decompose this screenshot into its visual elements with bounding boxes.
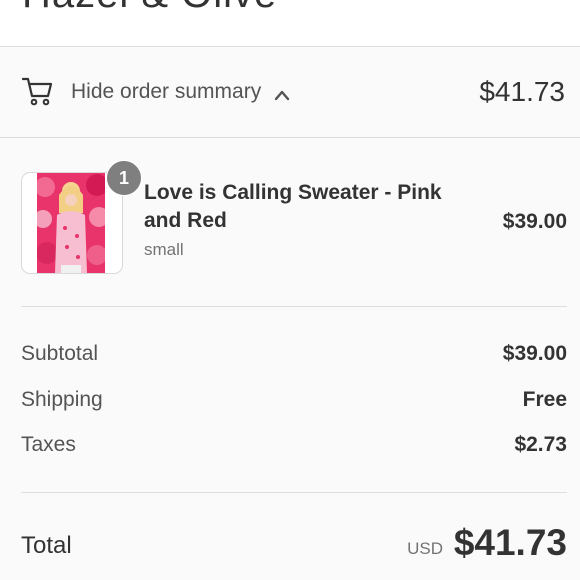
product-image xyxy=(37,173,105,273)
taxes-label: Taxes xyxy=(21,433,76,456)
order-summary-toggle-label[interactable]: Hide order summary xyxy=(71,80,261,104)
total-label: Total xyxy=(21,532,72,559)
taxes-value: $2.73 xyxy=(514,433,567,456)
product-photo-icon xyxy=(37,173,105,273)
currency-code: USD xyxy=(407,539,443,558)
quantity-badge: 1 xyxy=(106,160,142,196)
product-variant: small xyxy=(144,240,184,259)
cart-icon xyxy=(22,77,53,106)
total-value: $41.73 xyxy=(453,522,567,563)
checkout-page: Hazel & Olive Hide order summary $41.73 xyxy=(0,0,580,580)
product-price: $39.00 xyxy=(502,210,567,233)
order-summary-toggle[interactable]: Hide order summary $41.73 xyxy=(0,47,580,138)
taxes-row: Taxes $2.73 xyxy=(21,433,567,461)
subtotal-value: $39.00 xyxy=(502,342,567,365)
store-name[interactable]: Hazel & Olive xyxy=(22,0,277,17)
chevron-up-icon xyxy=(274,90,290,101)
product-name: Love is Calling Sweater - Pink and Red xyxy=(144,181,442,232)
product-thumbnail: 1 xyxy=(21,160,142,274)
divider xyxy=(21,306,567,307)
subtotal-label: Subtotal xyxy=(21,342,99,365)
divider xyxy=(21,492,567,493)
total-row: Total USD $41.73 xyxy=(21,520,567,570)
shipping-value: Free xyxy=(522,388,567,411)
subtotal-row: Subtotal $39.00 xyxy=(21,342,567,370)
shipping-row: Shipping Free xyxy=(21,388,567,416)
shipping-label: Shipping xyxy=(21,388,103,411)
order-summary-total: $41.73 xyxy=(479,76,565,107)
product-line-item: 1 Love is Calling Sweater - Pink and Red… xyxy=(0,138,580,306)
store-header: Hazel & Olive xyxy=(0,0,580,47)
